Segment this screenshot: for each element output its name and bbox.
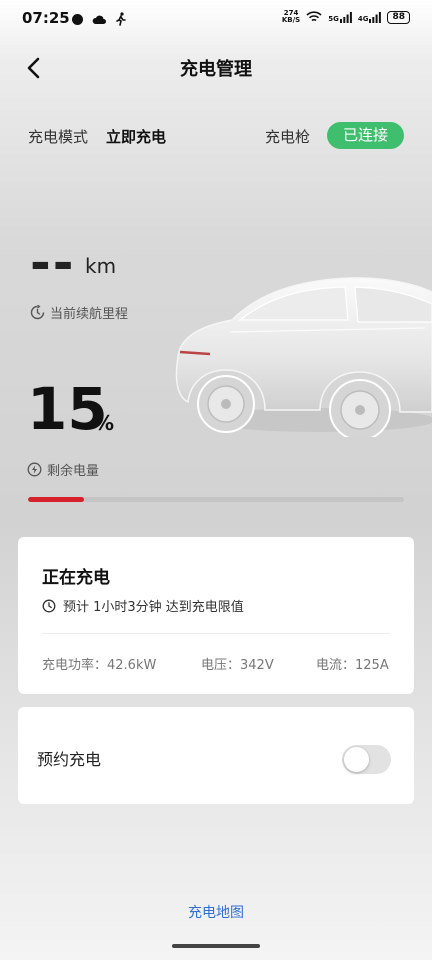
charging-power: 充电功率：42.6kW <box>42 658 157 673</box>
signal-4g-label: 4G <box>357 14 369 23</box>
walking-icon <box>116 12 126 26</box>
front-wheel <box>197 375 255 433</box>
charging-eta: 预计 1小时3分钟 达到充电限值 <box>42 596 244 615</box>
charging-map-link[interactable]: 充电地图 <box>0 902 432 922</box>
battery-level-bar <box>28 497 404 502</box>
scheduled-charging-label: 预约充电 <box>37 750 102 769</box>
charge-mode-label: 充电模式 <box>28 128 89 146</box>
rear-wheel <box>329 379 391 437</box>
status-system-icons: 274 KB/S 5G 4G 88 <box>282 10 410 24</box>
range-value: -- <box>30 234 76 292</box>
clock-icon <box>42 599 56 612</box>
battery-level-caption-text: 剩余电量 <box>47 464 100 479</box>
gun-status-badge: 已连接 <box>327 122 404 149</box>
toggle-knob[interactable] <box>344 747 369 772</box>
status-notification-icons <box>72 12 127 26</box>
car-illustration <box>175 277 432 437</box>
network-speed: 274 KB/S <box>281 9 301 24</box>
signal-5g-icon: 5G <box>328 11 352 23</box>
cloud-icon <box>92 15 106 24</box>
signal-4g-icon: 4G <box>357 11 382 23</box>
home-indicator[interactable] <box>172 944 260 948</box>
battery-icon: 88 <box>387 10 410 24</box>
refresh-clock-icon <box>30 305 45 320</box>
charge-gun-label: 充电枪 <box>265 128 311 146</box>
card-divider <box>42 633 390 634</box>
battery-level-fill <box>28 497 85 502</box>
app-notification-icon <box>72 13 83 25</box>
range-caption: 当前续航里程 <box>30 303 128 322</box>
charging-current: 电流：125A <box>316 658 389 673</box>
battery-level-caption: 剩余电量 <box>27 460 99 479</box>
signal-5g-label: 5G <box>328 14 339 23</box>
range-unit: km <box>85 254 117 278</box>
charging-status-title: 正在充电 <box>42 568 110 588</box>
charge-mode-value[interactable]: 立即充电 <box>106 126 166 147</box>
lightning-circle-icon <box>27 462 42 477</box>
status-time: 07:25 <box>22 9 70 27</box>
charging-voltage: 电压：342V <box>201 658 274 673</box>
page-title: 充电管理 <box>180 59 252 80</box>
charging-eta-text: 预计 1小时3分钟 达到充电限值 <box>63 600 244 615</box>
range-caption-text: 当前续航里程 <box>50 307 129 322</box>
battery-level-unit: % <box>94 411 115 435</box>
wifi-icon <box>306 11 322 22</box>
